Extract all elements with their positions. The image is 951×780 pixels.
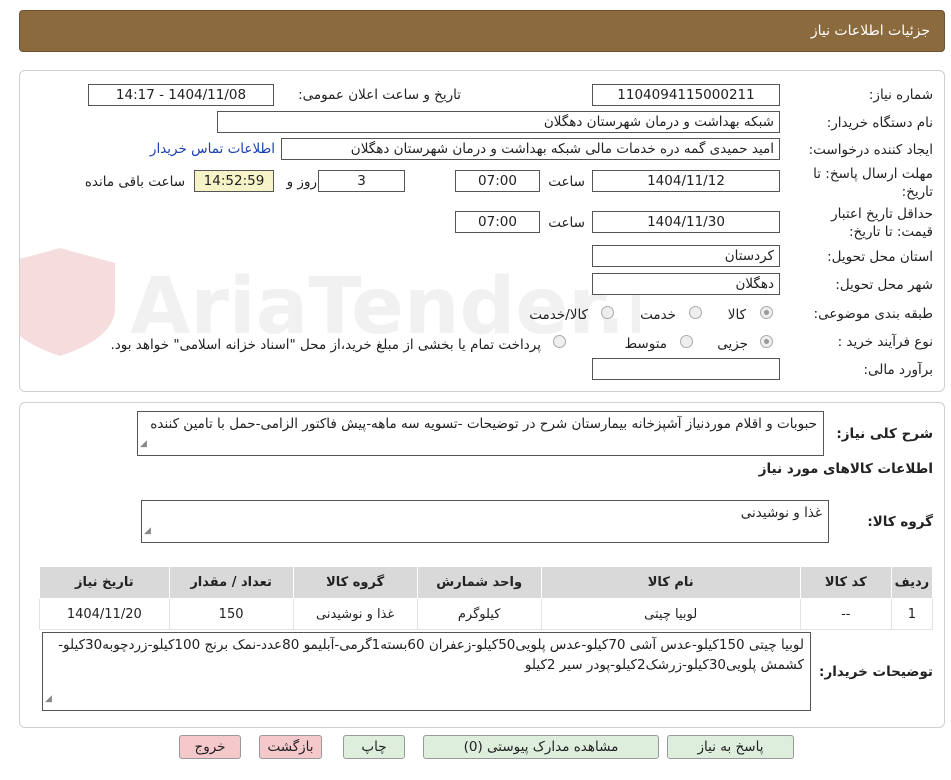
- cell-group: غذا و نوشیدنی: [292, 598, 418, 630]
- deadline-time-label: ساعت: [548, 174, 585, 190]
- deadline-time-field[interactable]: 07:00: [455, 170, 540, 192]
- col-name: نام کالا: [540, 566, 801, 599]
- remaining-time-field: 14:52:59: [194, 170, 274, 192]
- creator-field[interactable]: امید حمیدی گمه دره خدمات مالی شبکه بهداش…: [281, 138, 780, 160]
- validity-time-label: ساعت: [548, 215, 585, 231]
- need-number-label: شماره نیاز:: [868, 87, 933, 103]
- validity-time-field[interactable]: 07:00: [455, 211, 540, 233]
- process-label: نوع فرآیند خرید :: [837, 334, 933, 350]
- cell-code: --: [799, 598, 892, 630]
- validity-label-2: قیمت: تا تاریخ:: [849, 224, 933, 240]
- estimate-field[interactable]: [592, 358, 780, 380]
- goods-table: ردیف کد کالا نام کالا واحد شمارش گروه کا…: [39, 566, 934, 630]
- city-field[interactable]: دهگلان: [592, 273, 780, 295]
- goods-section-title: اطلاعات کالاهای مورد نیاز: [758, 461, 933, 477]
- table-header-row: ردیف کد کالا نام کالا واحد شمارش گروه کا…: [39, 566, 934, 599]
- validity-date-field[interactable]: 1404/11/30: [592, 211, 780, 233]
- col-date: تاریخ نیاز: [39, 566, 170, 599]
- estimate-label: برآورد مالی:: [863, 362, 933, 378]
- city-label: شهر محل تحویل:: [835, 277, 933, 293]
- process-option-medium: متوسط: [624, 336, 667, 352]
- creator-label: ایجاد کننده درخواست:: [808, 142, 933, 158]
- col-quantity: تعداد / مقدار: [168, 566, 294, 599]
- cell-quantity: 150: [168, 598, 294, 630]
- col-row: ردیف: [890, 566, 934, 599]
- summary-textarea[interactable]: حبوبات و اقلام موردنیاز آشپزخانه بیمارست…: [137, 411, 824, 456]
- cell-name: لوبیا چیتی: [540, 598, 801, 630]
- category-option-both: کالا/خدمت: [529, 307, 588, 323]
- resize-grip-icon[interactable]: ◢: [45, 689, 52, 709]
- buyer-notes-text: لوبیا چیتی 150کیلو-عدس آشی 70کیلو-عدس پل…: [58, 637, 804, 673]
- payment-note: پرداخت تمام یا بخشی از مبلغ خرید،از محل …: [110, 337, 541, 353]
- resize-grip-icon[interactable]: ◢: [144, 521, 151, 541]
- deadline-label-2: تاریخ:: [901, 184, 933, 200]
- announce-label: تاریخ و ساعت اعلان عمومی:: [298, 87, 461, 103]
- resize-grip-icon[interactable]: ◢: [140, 434, 147, 454]
- summary-label: شرح کلی نیاز:: [836, 426, 933, 442]
- days-field[interactable]: 3: [318, 170, 405, 192]
- col-group: گروه کالا: [292, 566, 418, 599]
- reply-button[interactable]: پاسخ به نیاز: [667, 735, 794, 759]
- deadline-date-field[interactable]: 1404/11/12: [592, 170, 780, 192]
- need-number-field[interactable]: 1104094115000211: [592, 84, 780, 106]
- exit-button[interactable]: خروج: [179, 735, 241, 759]
- buyer-notes-label: توضیحات خریدار:: [819, 664, 933, 680]
- process-option-minor: جزیی: [717, 336, 748, 352]
- category-radio-goods[interactable]: [760, 306, 773, 319]
- buyer-org-label: نام دستگاه خریدار:: [826, 115, 933, 131]
- province-field[interactable]: کردستان: [592, 245, 780, 267]
- print-button[interactable]: چاپ: [343, 735, 405, 759]
- attachments-button[interactable]: مشاهده مدارک پیوستی (0): [423, 735, 659, 759]
- category-radio-service[interactable]: [689, 306, 702, 319]
- page-header: جزئیات اطلاعات نیاز: [19, 10, 945, 52]
- announce-datetime-field[interactable]: 1404/11/08 - 14:17: [88, 84, 274, 106]
- goods-group-field[interactable]: غذا و نوشیدنی ◢: [141, 500, 829, 543]
- category-label: طبقه بندی موضوعی:: [813, 306, 933, 322]
- buyer-notes-textarea[interactable]: لوبیا چیتی 150کیلو-عدس آشی 70کیلو-عدس پل…: [42, 632, 811, 711]
- process-radio-minor[interactable]: [760, 335, 773, 348]
- buyer-contact-link[interactable]: اطلاعات تماس خریدار: [150, 141, 275, 157]
- payment-treasury-radio[interactable]: [553, 335, 566, 348]
- cell-unit: کیلوگرم: [416, 598, 542, 630]
- deadline-label: مهلت ارسال پاسخ: تا: [813, 166, 933, 182]
- col-unit: واحد شمارش: [416, 566, 542, 599]
- buyer-org-field[interactable]: شبکه بهداشت و درمان شهرستان دهگلان: [217, 111, 780, 133]
- goods-group-value: غذا و نوشیدنی: [740, 505, 822, 521]
- days-label: روز و: [286, 174, 317, 190]
- back-button[interactable]: بازگشت: [259, 735, 322, 759]
- remaining-label: ساعت باقی مانده: [84, 174, 185, 190]
- page-title: جزئیات اطلاعات نیاز: [810, 23, 930, 39]
- summary-text: حبوبات و اقلام موردنیاز آشپزخانه بیمارست…: [150, 416, 817, 432]
- category-option-service: خدمت: [640, 307, 676, 323]
- process-radio-medium[interactable]: [680, 335, 693, 348]
- category-option-goods: کالا: [727, 307, 746, 323]
- col-code: کد کالا: [799, 566, 892, 599]
- category-radio-both[interactable]: [601, 306, 614, 319]
- goods-group-label: گروه کالا:: [867, 514, 933, 530]
- table-row[interactable]: 1 -- لوبیا چیتی کیلوگرم غذا و نوشیدنی 15…: [39, 598, 934, 630]
- validity-label: حداقل تاریخ اعتبار: [831, 206, 933, 222]
- cell-row: 1: [890, 598, 934, 630]
- province-label: استان محل تحویل:: [827, 249, 933, 265]
- cell-date: 1404/11/20: [39, 598, 170, 630]
